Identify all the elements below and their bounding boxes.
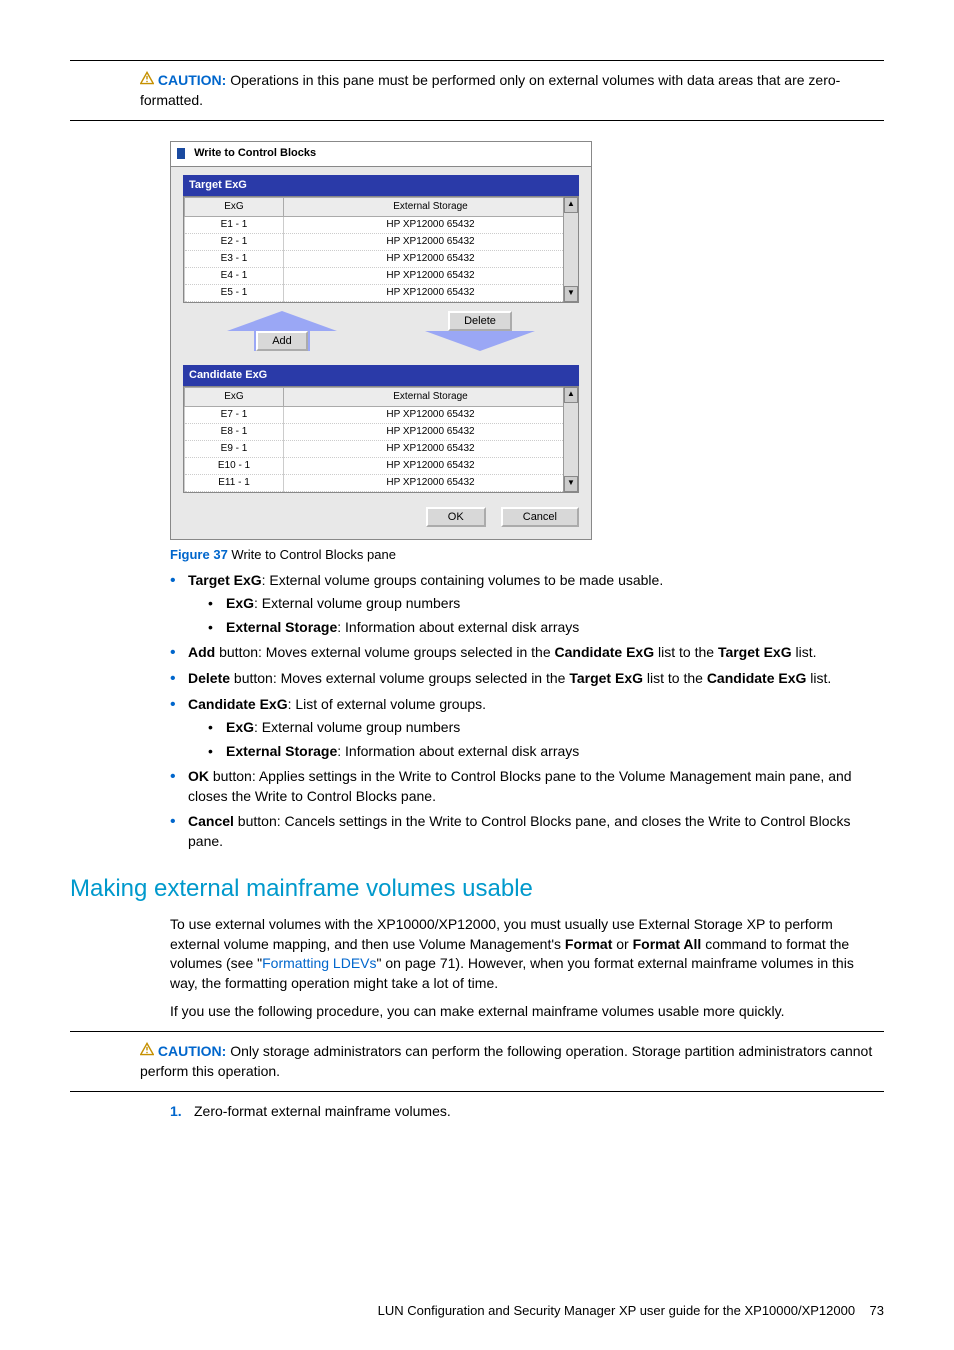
- col-exg: ExG: [185, 197, 284, 216]
- table-row[interactable]: E11 - 1HP XP12000 65432: [185, 475, 578, 492]
- figure-caption-text: Write to Control Blocks pane: [231, 547, 396, 562]
- list-item: 1. Zero-format external mainframe volume…: [170, 1102, 884, 1122]
- caution-icon: [140, 71, 154, 91]
- scroll-down-icon[interactable]: ▼: [564, 476, 578, 492]
- figure-label: Figure 37: [170, 547, 228, 562]
- title-icon: [177, 148, 185, 159]
- candidate-exg-header: Candidate ExG: [183, 365, 579, 386]
- table-row[interactable]: E4 - 1HP XP12000 65432: [185, 267, 578, 284]
- figure-37: Write to Control Blocks Target ExG ExG E…: [170, 141, 884, 564]
- target-table: ExG External Storage E1 - 1HP XP12000 65…: [183, 196, 579, 303]
- delete-arrow: Delete: [425, 311, 535, 351]
- caution-text: Only storage administrators can perform …: [140, 1043, 872, 1079]
- candidate-table: ExG External Storage E7 - 1HP XP12000 65…: [183, 386, 579, 493]
- table-row[interactable]: E2 - 1HP XP12000 65432: [185, 233, 578, 250]
- section-heading: Making external mainframe volumes usable: [70, 872, 884, 906]
- scrollbar[interactable]: ▲ ▼: [563, 197, 578, 302]
- col-storage: External Storage: [284, 388, 578, 407]
- procedure-list: 1. Zero-format external mainframe volume…: [170, 1102, 884, 1122]
- list-item: Delete button: Moves external volume gro…: [170, 669, 884, 689]
- footer-text: LUN Configuration and Security Manager X…: [378, 1303, 855, 1318]
- caution-2: CAUTION: Only storage administrators can…: [140, 1042, 884, 1081]
- list-item: Candidate ExG: List of external volume g…: [170, 695, 884, 762]
- divider: [70, 60, 884, 61]
- window-title: Write to Control Blocks: [194, 147, 316, 159]
- list-item: ExG: External volume group numbers: [208, 594, 884, 614]
- page-number: 73: [870, 1303, 884, 1318]
- caution-1: CAUTION: Operations in this pane must be…: [140, 71, 884, 110]
- window-titlebar: Write to Control Blocks: [171, 142, 591, 166]
- table-row[interactable]: E7 - 1HP XP12000 65432: [185, 407, 578, 424]
- table-row[interactable]: E5 - 1HP XP12000 65432: [185, 284, 578, 301]
- list-item: OK button: Applies settings in the Write…: [170, 767, 884, 806]
- cancel-button[interactable]: Cancel: [501, 507, 579, 527]
- table-row[interactable]: E9 - 1HP XP12000 65432: [185, 441, 578, 458]
- target-exg-header: Target ExG: [183, 175, 579, 196]
- list-item: Cancel button: Cancels settings in the W…: [170, 812, 884, 851]
- list-item: External Storage: Information about exte…: [208, 618, 884, 638]
- figure-caption: Figure 37 Write to Control Blocks pane: [170, 546, 884, 564]
- paragraph: If you use the following procedure, you …: [170, 1002, 884, 1022]
- paragraph: To use external volumes with the XP10000…: [170, 915, 884, 993]
- description-list: Target ExG: External volume groups conta…: [170, 571, 884, 852]
- col-exg: ExG: [185, 388, 284, 407]
- col-storage: External Storage: [284, 197, 578, 216]
- add-arrow: Add: [227, 311, 337, 351]
- caution-label: CAUTION:: [158, 72, 226, 88]
- scroll-up-icon[interactable]: ▲: [564, 387, 578, 403]
- scrollbar[interactable]: ▲ ▼: [563, 387, 578, 492]
- table-row[interactable]: E1 - 1HP XP12000 65432: [185, 216, 578, 233]
- list-item: ExG: External volume group numbers: [208, 718, 884, 738]
- step-text: Zero-format external mainframe volumes.: [194, 1103, 451, 1119]
- divider: [70, 1031, 884, 1032]
- delete-button[interactable]: Delete: [448, 311, 512, 331]
- link-formatting-ldevs[interactable]: Formatting LDEVs: [262, 955, 376, 971]
- caution-text: Operations in this pane must be performe…: [140, 72, 840, 108]
- screenshot-pane: Write to Control Blocks Target ExG ExG E…: [170, 141, 592, 540]
- page-footer: LUN Configuration and Security Manager X…: [70, 1302, 884, 1320]
- list-item: Target ExG: External volume groups conta…: [170, 571, 884, 638]
- table-row[interactable]: E3 - 1HP XP12000 65432: [185, 250, 578, 267]
- divider: [70, 120, 884, 121]
- scroll-down-icon[interactable]: ▼: [564, 286, 578, 302]
- step-number: 1.: [170, 1102, 182, 1122]
- scroll-up-icon[interactable]: ▲: [564, 197, 578, 213]
- add-button[interactable]: Add: [256, 331, 308, 351]
- ok-button[interactable]: OK: [426, 507, 486, 527]
- divider: [70, 1091, 884, 1092]
- table-row[interactable]: E10 - 1HP XP12000 65432: [185, 458, 578, 475]
- caution-label: CAUTION:: [158, 1043, 226, 1059]
- list-item: External Storage: Information about exte…: [208, 742, 884, 762]
- list-item: Add button: Moves external volume groups…: [170, 643, 884, 663]
- caution-icon: [140, 1042, 154, 1062]
- table-row[interactable]: E8 - 1HP XP12000 65432: [185, 424, 578, 441]
